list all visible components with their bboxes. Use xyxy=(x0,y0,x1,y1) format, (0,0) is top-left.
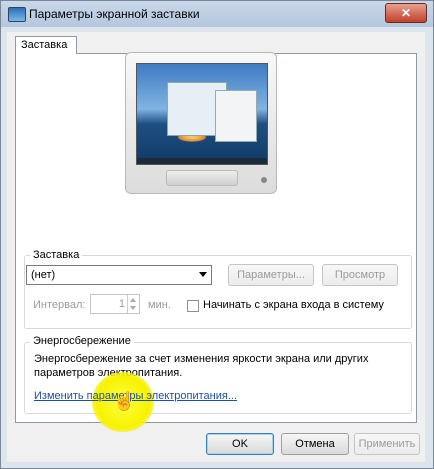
screensaver-group-label: Заставка xyxy=(30,249,83,261)
cancel-button[interactable]: Отмена xyxy=(281,433,349,455)
preview-screen xyxy=(136,63,268,165)
change-power-settings-link[interactable]: Изменить параметры электропитания... xyxy=(34,390,237,402)
logon-checkbox[interactable] xyxy=(187,300,199,312)
screensaver-select[interactable]: (нет) xyxy=(26,265,212,285)
apply-button[interactable]: Применить xyxy=(354,433,420,455)
power-description: Энергосбережение за счет изменения яркос… xyxy=(34,353,369,379)
spinner-arrows[interactable] xyxy=(127,295,139,313)
spin-down-icon xyxy=(130,306,136,310)
monitor-preview-icon xyxy=(125,52,277,194)
mini-window-preview-2 xyxy=(215,90,257,142)
hand-cursor-icon: ☝ xyxy=(113,391,136,411)
mini-taskbar xyxy=(137,158,267,164)
settings-button[interactable]: Параметры... xyxy=(228,264,314,286)
spin-up-icon xyxy=(130,298,136,302)
tab-screensaver[interactable]: Заставка xyxy=(15,36,77,54)
interval-value: 1 xyxy=(118,298,125,310)
window-app-icon xyxy=(8,7,26,22)
minutes-label: мин. xyxy=(148,299,171,311)
preview-button[interactable]: Просмотр xyxy=(322,264,398,286)
screensaver-selected-value: (нет) xyxy=(31,269,56,281)
monitor-power-dot xyxy=(261,177,267,183)
dropdown-arrow-icon xyxy=(199,272,207,277)
power-group-label: Энергосбережение xyxy=(30,335,134,347)
title-bar[interactable]: Параметры экранной заставки ✕ xyxy=(1,1,433,27)
monitor-base xyxy=(166,170,238,186)
interval-label: Интервал: xyxy=(33,299,86,311)
interval-spinner[interactable]: 1 xyxy=(90,294,140,314)
window-title: Параметры экранной заставки xyxy=(29,7,200,21)
logon-checkbox-label[interactable]: Начинать с экрана входа в систему xyxy=(203,299,384,311)
close-button[interactable]: ✕ xyxy=(385,3,427,23)
ok-button[interactable]: OK xyxy=(206,433,274,455)
